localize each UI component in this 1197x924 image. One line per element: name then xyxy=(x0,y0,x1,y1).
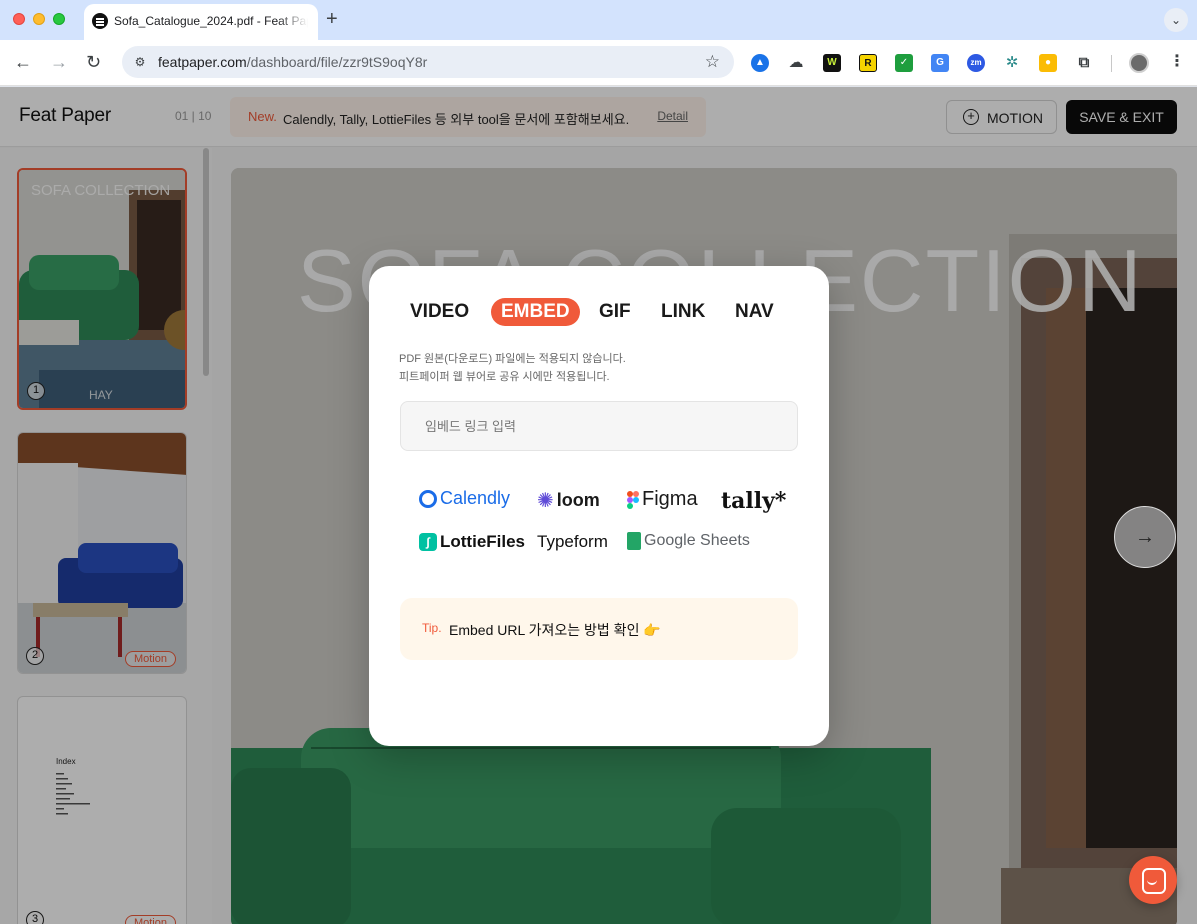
url-text[interactable]: featpaper.com/dashboard/file/zzr9tS9oqY8… xyxy=(158,54,427,70)
browser-tab[interactable]: Sofa_Catalogue_2024.pdf - Feat Paper xyxy=(84,4,318,40)
loom-label: loom xyxy=(556,490,600,510)
zm-ext-icon[interactable]: zm xyxy=(967,54,985,72)
toolbar-divider xyxy=(1111,55,1112,72)
tip-label: Tip. xyxy=(422,621,442,635)
bulb-ext-icon[interactable]: ● xyxy=(1039,54,1057,72)
check-ext-icon[interactable]: ✓ xyxy=(895,54,913,72)
calendly-label: Calendly xyxy=(440,488,511,508)
cloud-icon[interactable]: ☁ xyxy=(787,54,805,72)
reload-button[interactable]: ↻ xyxy=(86,52,101,72)
chat-support-icon[interactable] xyxy=(1129,856,1177,904)
address-bar[interactable]: ⚙ featpaper.com/dashboard/file/zzr9tS9oq… xyxy=(122,46,734,78)
google-sheets-logo: Google Sheets xyxy=(627,532,750,550)
lottiefiles-logo: ∫ LottieFiles xyxy=(419,532,525,552)
embed-description: PDF 원본(다운로드) 파일에는 적용되지 않습니다. 피트페이퍼 웹 뷰어로… xyxy=(399,350,626,386)
site-settings-icon[interactable]: ⚙ xyxy=(130,52,150,72)
lottiefiles-label: LottieFiles xyxy=(440,532,526,551)
loom-icon: ✺ xyxy=(537,490,554,512)
next-page-arrow-icon[interactable]: → xyxy=(1114,506,1176,568)
document-favicon-icon xyxy=(92,13,108,29)
embed-description-line-2: 피트페이퍼 웹 뷰어로 공유 시에만 적용됩니다. xyxy=(399,371,610,383)
minimize-window-button[interactable] xyxy=(33,13,45,25)
browser-menu-icon[interactable]: ⋮ xyxy=(1169,52,1185,72)
calendly-logo: Calendly xyxy=(419,488,510,509)
tally-label: tally* xyxy=(721,488,787,514)
r-ext-icon[interactable]: R xyxy=(859,54,877,72)
tab-search-chevron-icon[interactable]: ⌄ xyxy=(1164,8,1188,32)
new-tab-button[interactable]: + xyxy=(326,9,338,29)
arrow-ext-icon[interactable]: ▲ xyxy=(751,54,769,72)
browser-tab-bar: Sofa_Catalogue_2024.pdf - Feat Paper + ⌄ xyxy=(0,0,1197,40)
browser-toolbar: ← → ↻ ⚙ featpaper.com/dashboard/file/zzr… xyxy=(0,40,1197,86)
interaction-modal: VIDEO EMBED GIF LINK NAV PDF 원본(다운로드) 파일… xyxy=(369,266,829,746)
calendly-icon xyxy=(419,489,437,508)
close-window-button[interactable] xyxy=(13,13,25,25)
typeform-logo: Typeform xyxy=(537,532,608,552)
tab-video[interactable]: VIDEO xyxy=(410,298,469,326)
tab-link[interactable]: LINK xyxy=(661,298,705,326)
tab-title: Sofa_Catalogue_2024.pdf - Feat Paper xyxy=(114,14,308,28)
back-button[interactable]: ← xyxy=(14,52,32,72)
figma-icon xyxy=(627,490,639,509)
google-sheets-icon xyxy=(627,532,641,550)
google-sheets-label: Google Sheets xyxy=(644,532,750,549)
tip-text[interactable]: Embed URL 가져오는 방법 확인 👉 xyxy=(449,620,661,640)
puzzle-icon[interactable]: ⧉ xyxy=(1075,54,1093,72)
url-path: /dashboard/file/zzr9tS9oqY8r xyxy=(246,54,428,70)
modal-tabs: VIDEO EMBED GIF LINK NAV xyxy=(369,298,829,328)
embed-link-input[interactable] xyxy=(400,401,798,451)
embed-tip-box[interactable]: Tip. Embed URL 가져오는 방법 확인 👉 xyxy=(400,598,798,660)
maximize-window-button[interactable] xyxy=(53,13,65,25)
tree-ext-icon[interactable]: ✲ xyxy=(1003,54,1021,72)
w-ext-icon[interactable]: W xyxy=(823,54,841,72)
tab-nav[interactable]: NAV xyxy=(735,298,774,326)
url-host: featpaper.com xyxy=(158,54,247,70)
lottiefiles-icon: ∫ xyxy=(419,533,437,551)
embed-description-line-1: PDF 원본(다운로드) 파일에는 적용되지 않습니다. xyxy=(399,353,626,365)
tally-logo: tally* xyxy=(721,488,786,514)
bookmark-star-icon[interactable]: ☆ xyxy=(705,52,720,72)
profile-avatar[interactable] xyxy=(1129,53,1149,73)
forward-button[interactable]: → xyxy=(50,52,68,72)
figma-logo: Figma xyxy=(627,488,698,511)
translate-icon[interactable]: G xyxy=(931,54,949,72)
typeform-label: Typeform xyxy=(537,532,608,551)
figma-label: Figma xyxy=(642,488,698,510)
tab-gif[interactable]: GIF xyxy=(599,298,631,326)
tab-embed[interactable]: EMBED xyxy=(491,298,580,326)
loom-logo: ✺ loom xyxy=(537,488,600,513)
